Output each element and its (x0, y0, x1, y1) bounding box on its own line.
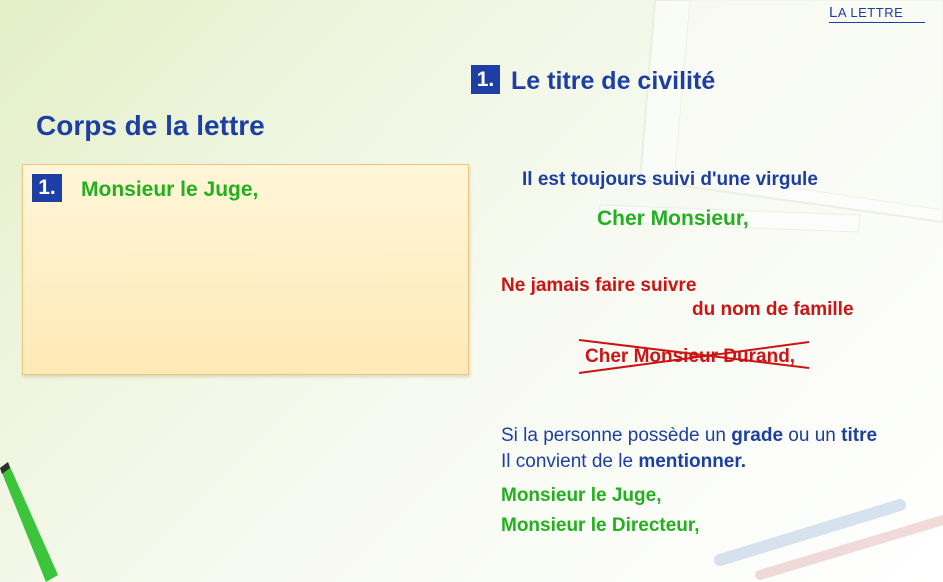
warning-line-2: du nom de famille (692, 299, 854, 320)
note-line-1: Si la personne possède un grade ou un ti… (501, 425, 877, 447)
header-link-initial: L (829, 4, 838, 21)
pen-decoration (714, 499, 943, 580)
note-line-2: Il convient de le mentionner. (501, 451, 746, 473)
note-bold-titre: titre (841, 425, 878, 446)
header-link-la-lettre[interactable]: La lettre (829, 4, 925, 23)
note-bold-grade: grade (731, 425, 784, 446)
section-title: Le titre de civilité (511, 67, 716, 95)
header-link-rest: a lettre (837, 5, 904, 20)
note-text-1: Si la personne possède un (501, 425, 732, 446)
note-text-3: Il convient de le (501, 451, 639, 472)
example-number-badge: 1. (32, 174, 62, 202)
example-box: 1. Monsieur le Juge, (22, 164, 469, 375)
paper-sheet-decoration (597, 0, 943, 233)
bad-example: Cher Monsieur Durand, (579, 339, 810, 374)
note-bold-mentionner: mentionner (638, 451, 741, 472)
title-example-1: Monsieur le Juge, (501, 485, 662, 506)
note-period: . (740, 451, 746, 472)
section-number-badge: 1. (471, 65, 500, 94)
good-example: Cher Monsieur, (597, 207, 749, 230)
title-example-2: Monsieur le Directeur, (501, 515, 700, 536)
page-title: Corps de la lettre (36, 110, 265, 141)
warning-line-1: Ne jamais faire suivre (501, 275, 697, 296)
strike-through-cross (579, 339, 810, 374)
example-text: Monsieur le Juge, (81, 178, 259, 201)
rule-text: Il est toujours suivi d'une virgule (522, 169, 818, 190)
note-text-2: ou un (783, 425, 842, 446)
green-pencil-decoration (0, 462, 58, 582)
